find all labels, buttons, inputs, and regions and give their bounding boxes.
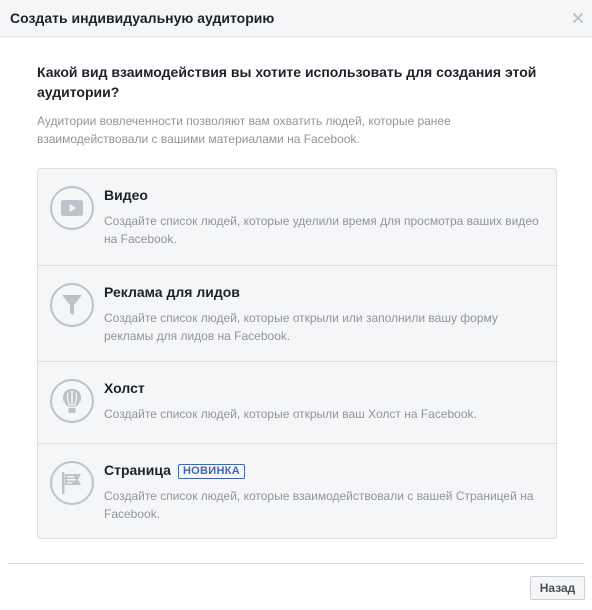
page-flag-icon <box>50 461 94 505</box>
option-title: Страница НОВИНКА <box>104 462 245 479</box>
option-title-label: Страница <box>104 462 171 478</box>
engagement-question: Какой вид взаимодействия вы хотите испол… <box>37 64 537 100</box>
engagement-description: Аудитории вовлеченности позволяют вам ох… <box>37 114 451 146</box>
dialog-title: Создать индивидуальную аудиторию <box>10 10 275 26</box>
dialog-header: Создать индивидуальную аудиторию <box>0 0 592 37</box>
back-button[interactable]: Назад <box>530 576 585 600</box>
option-description: Создайте список людей, которые взаимодей… <box>104 489 534 521</box>
engagement-options-list: Видео Создайте список людей, которые уде… <box>37 168 557 539</box>
option-description: Создайте список людей, которые открыли и… <box>104 311 498 343</box>
option-description: Создайте список людей, которые открыли в… <box>104 407 477 421</box>
canvas-icon <box>50 379 94 423</box>
option-title: Холст <box>104 380 145 396</box>
option-description: Создайте список людей, которые уделили в… <box>104 214 539 246</box>
option-title: Видео <box>104 187 148 203</box>
close-button[interactable] <box>568 8 588 28</box>
new-badge: НОВИНКА <box>177 464 245 479</box>
create-custom-audience-dialog: Создать индивидуальную аудиторию Какой в… <box>0 0 592 610</box>
video-icon <box>50 186 94 230</box>
close-icon <box>573 13 583 23</box>
footer-divider <box>8 563 584 564</box>
option-video[interactable]: Видео Создайте список людей, которые уде… <box>38 169 556 265</box>
option-title: Реклама для лидов <box>104 284 240 300</box>
option-page[interactable]: Страница НОВИНКА Создайте список людей, к… <box>38 443 556 538</box>
option-canvas[interactable]: Холст Создайте список людей, которые отк… <box>38 361 556 443</box>
funnel-icon <box>50 283 94 327</box>
option-lead-ads[interactable]: Реклама для лидов Создайте список людей,… <box>38 265 556 361</box>
